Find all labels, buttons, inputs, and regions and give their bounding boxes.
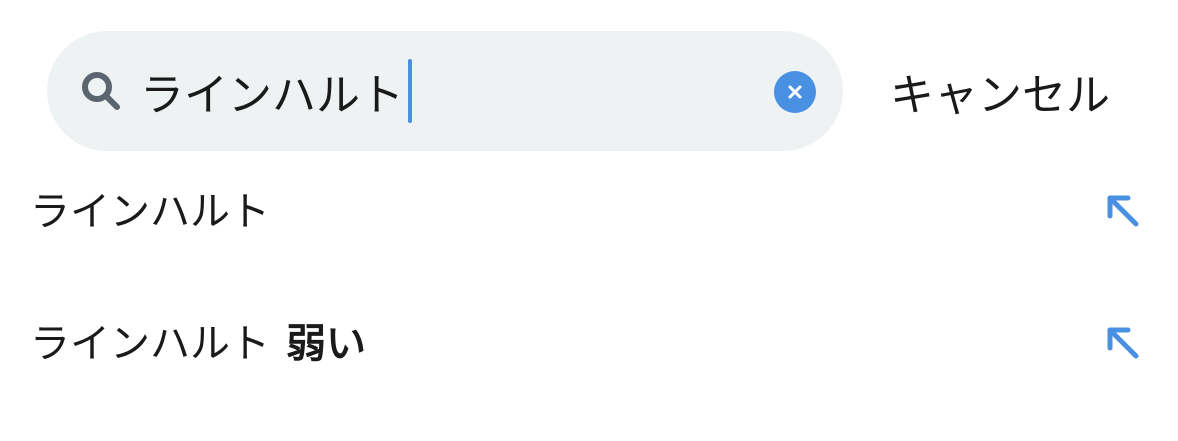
search-input[interactable]: ラインハルト <box>140 58 740 124</box>
search-icon <box>82 72 120 110</box>
suggestion-item[interactable]: ラインハルト 弱い <box>0 290 1178 390</box>
suggestion-item[interactable]: ラインハルト <box>0 158 1178 258</box>
clear-search-button[interactable] <box>774 71 816 113</box>
clear-icon <box>788 85 802 99</box>
suggestion-label: ラインハルト 弱い <box>30 290 366 390</box>
arrow-up-left-icon[interactable] <box>1102 322 1142 362</box>
suggestion-suffix: 弱い <box>286 321 366 367</box>
arrow-up-left-icon[interactable] <box>1102 190 1142 230</box>
text-caret <box>408 59 412 123</box>
suggestion-text: ラインハルト <box>30 321 270 367</box>
cancel-button[interactable]: キャンセル <box>890 60 1140 122</box>
suggestion-text: ラインハルト <box>30 189 270 235</box>
suggestion-label: ラインハルト <box>30 158 270 258</box>
search-query-text: ラインハルト <box>140 70 404 121</box>
search-screen: ラインハルト キャンセル ラインハルト ラインハルト 弱い <box>0 0 1178 441</box>
